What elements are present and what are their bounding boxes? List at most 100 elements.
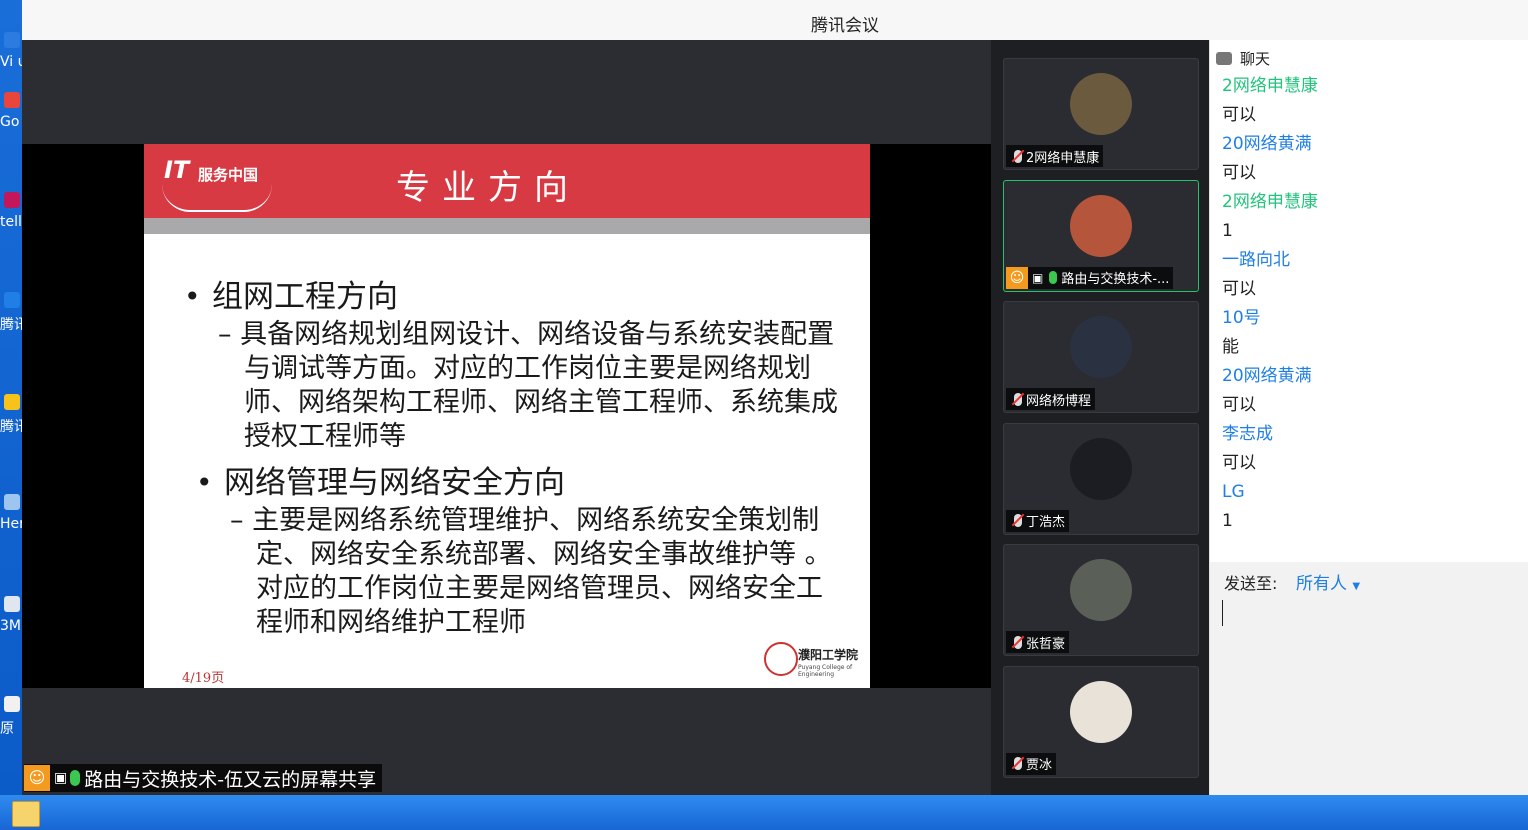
chat-sender[interactable]: 一路向北	[1222, 246, 1522, 274]
bullet-heading: 网络管理与网络安全方向	[196, 464, 844, 502]
participant-name: 贾冰	[1026, 758, 1053, 773]
participant-name: 张哲豪	[1026, 636, 1066, 652]
slide-body: 组网工程方向 – 具备网络规划组网设计、网络设备与系统安装配置与调试等方面。对应…	[184, 278, 844, 640]
chat-text: 可以	[1222, 279, 1256, 299]
screen-share-label: ☺ ▣ 路由与交换技术-伍又云的屏幕共享	[24, 764, 383, 792]
school-name-en: Puyang College of Engineering	[798, 664, 853, 678]
chat-sender[interactable]: 2网络申慧康	[1222, 188, 1522, 216]
chat-sender[interactable]: LG	[1222, 478, 1522, 506]
chat-message: 一路向北 可以	[1222, 246, 1522, 304]
chat-header: 聊天	[1216, 48, 1270, 69]
participant-tile[interactable]: 丁浩杰	[1003, 422, 1199, 535]
participant-avatar	[1070, 559, 1132, 621]
app-icon	[4, 92, 20, 108]
desktop-shortcut[interactable]: 3M atis	[0, 594, 22, 638]
meeting-window: 腾讯会议 IT 服务中国 专业方向 组网工程方向 – 具备网络规划组网设计、网络…	[22, 0, 1528, 795]
slide-header: IT 服务中国 专业方向	[144, 144, 870, 218]
app-icon	[4, 596, 20, 612]
chat-sender[interactable]: 20网络黄满	[1222, 130, 1522, 158]
bullet-heading: 组网工程方向	[184, 278, 844, 316]
participant-tile[interactable]: 张哲豪	[1003, 544, 1199, 656]
participant-name-tag: 丁浩杰	[1006, 509, 1070, 532]
desktop-shortcut[interactable]: Vi udi	[0, 30, 22, 74]
slide-title: 专业方向	[396, 168, 580, 208]
send-to-target: 所有人	[1296, 574, 1347, 594]
school-logo: 濮阳工学院 Puyang College of Engineering	[764, 640, 864, 680]
mic-on-icon	[70, 770, 81, 786]
chat-message-list: 2网络申慧康 可以 20网络黄满 可以 2网络申慧康 1 一路向北 可以 10号能 20网络黄满可…	[1222, 72, 1522, 536]
logo-text: 服务中国	[198, 166, 259, 184]
bullet-sub: – 具备网络规划组网设计、网络设备与系统安装配置与调试等方面。对应的工作岗位主要…	[184, 318, 844, 454]
dash: –	[218, 319, 232, 350]
desktop-shortcut-label: Go Chr	[0, 114, 22, 130]
desktop-shortcut[interactable]: 原	[0, 694, 22, 738]
bullet-sub: – 主要是网络系统管理维护、网络系统安全策划制定、网络安全系统部署、网络安全事故…	[184, 504, 844, 640]
school-name: 濮阳工学院	[798, 648, 859, 662]
chat-sender[interactable]: 李志成	[1222, 420, 1522, 448]
desktop-shortcut[interactable]: 腾讯	[0, 392, 22, 436]
window-title: 腾讯会议	[811, 16, 879, 36]
participant-avatar	[1070, 73, 1132, 135]
desktop-shortcut-label: 腾讯	[0, 317, 22, 333]
mic-on-icon	[1049, 271, 1058, 284]
participant-name: 2网络申慧康	[1026, 150, 1100, 166]
app-icon	[4, 494, 20, 510]
participant-name: 丁浩杰	[1026, 515, 1066, 530]
chat-text: 可以	[1222, 453, 1256, 473]
host-avatar-icon: ☺	[24, 765, 50, 791]
screen-share-icon: ▣	[1032, 270, 1044, 285]
slide-divider	[144, 218, 870, 234]
chat-text: 可以	[1222, 395, 1256, 415]
participant-avatar	[1070, 194, 1132, 257]
participant-name: 路由与交换技术-...	[1061, 272, 1170, 287]
chat-text: 1	[1222, 511, 1233, 531]
chat-sender[interactable]: 10号	[1222, 304, 1522, 332]
host-avatar-icon: ☺	[1006, 266, 1028, 289]
slide-page-number: 4/19页	[182, 671, 225, 686]
participant-name-tag: 2网络申慧康	[1006, 145, 1104, 167]
chat-message: 2网络申慧康可以	[1222, 72, 1522, 130]
mic-muted-icon	[1014, 635, 1022, 649]
chat-text: 能	[1222, 337, 1239, 357]
send-to-dropdown[interactable]: 所有人 ▼	[1296, 569, 1360, 594]
send-to-label: 发送至:	[1224, 574, 1278, 593]
app-icon	[4, 696, 20, 712]
dash: –	[230, 505, 244, 536]
desktop-shortcut-label: Vi udi	[0, 54, 22, 70]
desktop-shortcut-label: Her HD	[0, 516, 22, 532]
taskbar	[0, 795, 1528, 830]
file-explorer-icon[interactable]	[12, 801, 40, 827]
mic-muted-icon	[1014, 149, 1022, 163]
desktop-strip: Vi udiGo Chrtell om腾讯腾讯Her HD3M atis原	[0, 0, 22, 795]
desktop-shortcut[interactable]: Go Chr	[0, 90, 22, 134]
participant-tile[interactable]: 贾冰	[1003, 665, 1199, 778]
shared-screen-area[interactable]: IT 服务中国 专业方向 组网工程方向 – 具备网络规划组网设计、网络设备与系统…	[22, 40, 991, 795]
app-icon	[4, 32, 20, 48]
participant-name-tag: ☺ ▣ 路由与交换技术-...	[1006, 266, 1174, 289]
participant-tile[interactable]: ☺ ▣ 路由与交换技术-...	[1003, 179, 1199, 292]
app-icon	[4, 192, 20, 208]
chat-message: 李志成 可以	[1222, 420, 1522, 478]
bullet-sub-text: 主要是网络系统管理维护、网络系统安全策划制定、网络安全系统部署、网络安全事故维护…	[252, 505, 832, 638]
logo-it-text: IT	[164, 156, 190, 184]
chat-sender[interactable]: 20网络黄满	[1222, 362, 1522, 390]
chat-text: 可以	[1222, 105, 1256, 125]
participant-tile[interactable]: 2网络申慧康	[1003, 58, 1199, 170]
caret-down-icon: ▼	[1352, 581, 1361, 592]
participant-tile[interactable]: 网络杨博程	[1003, 301, 1199, 413]
chat-message: 2网络申慧康 1	[1222, 188, 1522, 246]
chat-panel: 聊天 2网络申慧康 可以 20网络黄满 可以 2网络申慧康 1 一路向北 可以 10号能 20网络…	[1209, 40, 1528, 795]
chat-input[interactable]	[1222, 600, 1223, 626]
participant-avatar	[1070, 316, 1132, 378]
participant-avatar	[1070, 437, 1132, 500]
mic-muted-icon	[1014, 757, 1022, 770]
chat-sender[interactable]: 2网络申慧康	[1222, 72, 1522, 100]
desktop-shortcut[interactable]: 腾讯	[0, 290, 22, 334]
chat-compose-area: 发送至: 所有人 ▼	[1210, 562, 1528, 795]
screen-share-icon: ▣	[54, 770, 68, 786]
desktop-shortcut[interactable]: tell om	[0, 190, 22, 234]
desktop-shortcut-label: 腾讯	[0, 419, 22, 435]
desktop-shortcut-label: tell om	[0, 214, 22, 230]
chat-message: 10号能	[1222, 304, 1522, 362]
desktop-shortcut[interactable]: Her HD	[0, 492, 22, 536]
